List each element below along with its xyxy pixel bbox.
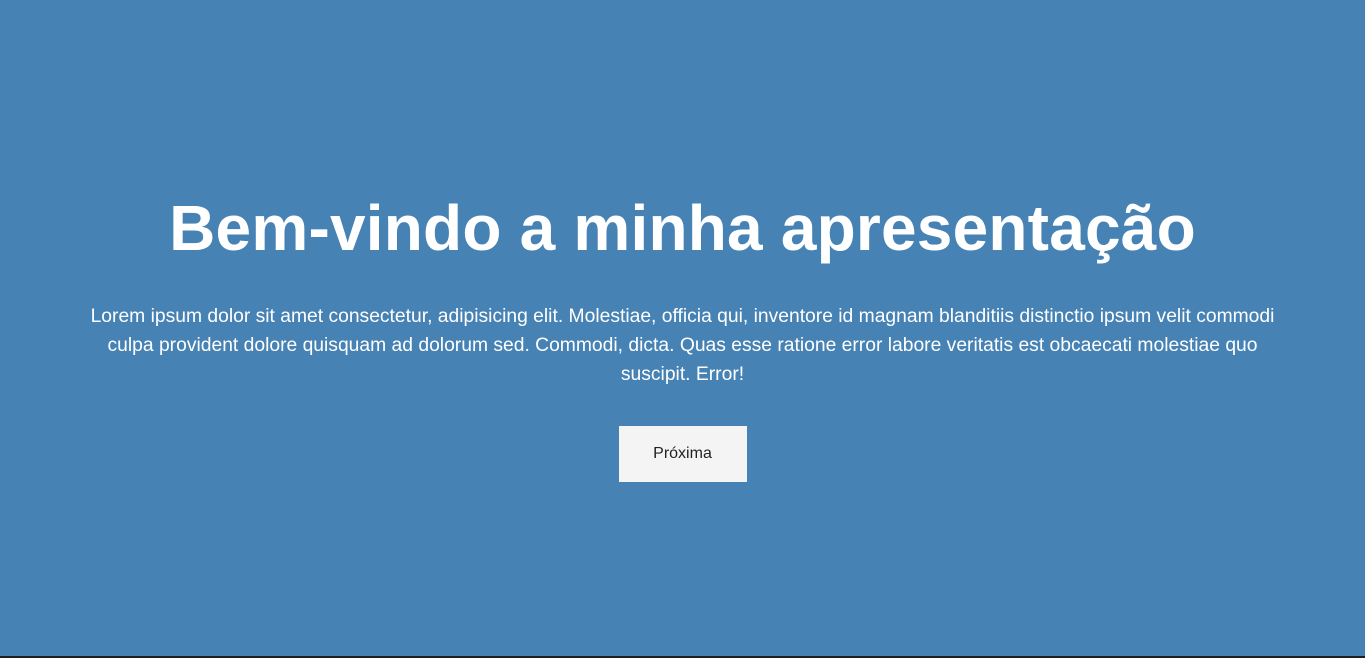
slide-title: Bem-vindo a minha apresentação (169, 192, 1196, 264)
slide-body-text: Lorem ipsum dolor sit amet consectetur, … (90, 306, 1275, 385)
presentation-slide: Bem-vindo a minha apresentação Lorem ips… (0, 0, 1365, 656)
next-button[interactable]: Próxima (618, 426, 747, 482)
slide-content: Bem-vindo a minha apresentação Lorem ips… (0, 188, 1365, 482)
